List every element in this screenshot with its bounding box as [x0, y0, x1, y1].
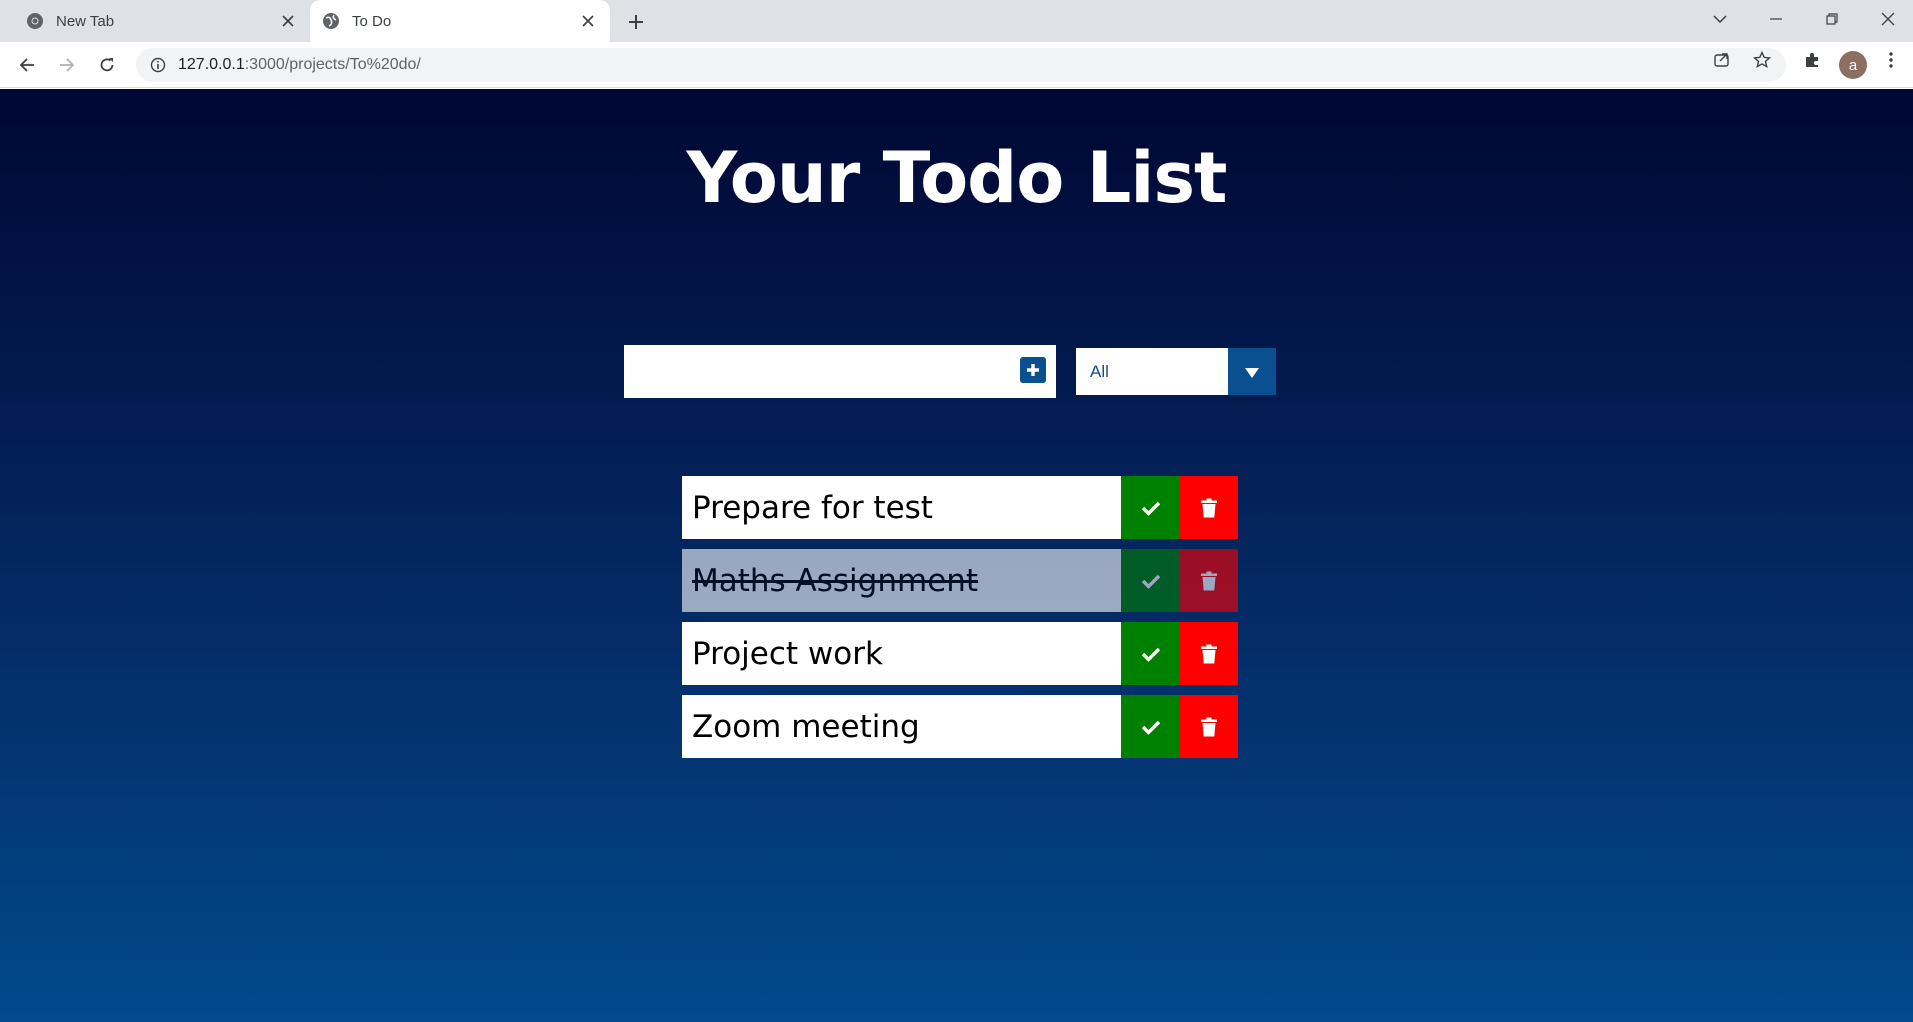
extensions-icon[interactable]: [1798, 46, 1826, 74]
filter-select[interactable]: All: [1076, 348, 1276, 395]
todo-input[interactable]: [624, 345, 1004, 398]
restore-icon[interactable]: [1804, 0, 1860, 38]
avatar-initial: a: [1848, 56, 1858, 74]
complete-button[interactable]: [1121, 476, 1180, 539]
filter-selected-value: All: [1090, 361, 1109, 381]
trash-icon: [1201, 644, 1217, 663]
trash-icon: [1201, 498, 1217, 517]
filter-dropdown-button[interactable]: [1228, 348, 1276, 395]
site-info-icon[interactable]: [150, 57, 166, 73]
delete-button[interactable]: [1180, 695, 1238, 758]
trash-icon: [1201, 571, 1217, 590]
tab-search-icon[interactable]: [1692, 0, 1748, 38]
globe-icon: [322, 12, 340, 30]
profile-avatar[interactable]: a: [1839, 51, 1867, 79]
new-tab-button[interactable]: [622, 8, 650, 36]
tab-new-tab[interactable]: New Tab: [14, 0, 310, 42]
check-icon: [1141, 501, 1160, 516]
close-tab-icon[interactable]: [276, 9, 300, 33]
share-icon[interactable]: [1708, 46, 1736, 74]
add-todo-button[interactable]: [1020, 357, 1046, 383]
chrome-icon: [26, 12, 44, 30]
todo-text: Zoom meeting: [682, 695, 1121, 758]
complete-button[interactable]: [1121, 695, 1180, 758]
forward-icon[interactable]: [51, 49, 83, 81]
complete-button[interactable]: [1121, 549, 1180, 612]
tab-strip: New Tab To Do: [0, 0, 1913, 42]
todo-item: Prepare for test: [682, 476, 1238, 539]
url-path: :3000/projects/To%20do/: [244, 56, 421, 73]
bookmark-star-icon[interactable]: [1748, 46, 1776, 74]
back-icon[interactable]: [11, 49, 43, 81]
todo-text: Maths Assignment: [682, 549, 1121, 612]
minimize-icon[interactable]: [1748, 0, 1804, 38]
reload-icon[interactable]: [91, 49, 123, 81]
delete-button[interactable]: [1180, 549, 1238, 612]
tab-to-do[interactable]: To Do: [310, 0, 610, 42]
url-text: 127.0.0.1:3000/projects/To%20do/: [178, 56, 421, 74]
todo-item: Zoom meeting: [682, 695, 1238, 758]
delete-button[interactable]: [1180, 622, 1238, 685]
menu-kebab-icon[interactable]: [1877, 46, 1905, 74]
todo-list: Prepare for test Maths Assignment Projec…: [682, 476, 1238, 768]
complete-button[interactable]: [1121, 622, 1180, 685]
check-icon: [1141, 720, 1160, 735]
tab-label: New Tab: [56, 12, 115, 30]
todo-item: Project work: [682, 622, 1238, 685]
close-window-icon[interactable]: [1860, 0, 1913, 38]
todo-item-completed: Maths Assignment: [682, 549, 1238, 612]
browser-toolbar: 127.0.0.1:3000/projects/To%20do/ a: [0, 42, 1913, 88]
close-tab-icon[interactable]: [576, 9, 600, 33]
trash-icon: [1201, 717, 1217, 736]
delete-button[interactable]: [1180, 476, 1238, 539]
todo-input-wrapper: [624, 345, 1056, 398]
page-title: Your Todo List: [686, 137, 1228, 219]
check-icon: [1141, 574, 1160, 589]
plus-icon: [1027, 364, 1039, 376]
check-icon: [1141, 647, 1160, 662]
todo-text: Prepare for test: [682, 476, 1121, 539]
tab-label: To Do: [352, 12, 392, 30]
caret-down-icon: [1245, 367, 1259, 378]
page-body: Your Todo List All Prepare for test Math…: [0, 89, 1913, 1022]
address-bar[interactable]: 127.0.0.1:3000/projects/To%20do/: [136, 48, 1786, 82]
url-host: 127.0.0.1: [178, 56, 245, 73]
todo-text: Project work: [682, 622, 1121, 685]
